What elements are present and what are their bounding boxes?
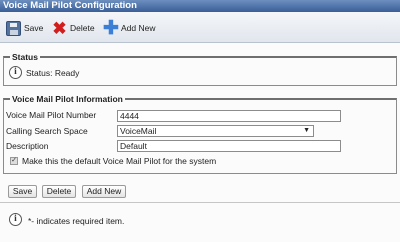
page-title: Voice Mail Pilot Configuration — [0, 0, 400, 12]
info-icon: i — [9, 213, 22, 226]
status-legend: Status — [10, 51, 40, 63]
divider — [0, 202, 400, 203]
bottom-delete-button[interactable]: Delete — [42, 185, 76, 198]
add-new-button-label: Add New — [121, 23, 156, 33]
delete-button-label: Delete — [70, 23, 95, 33]
toolbar: Save ✖ Delete ✚ Add New — [0, 12, 400, 43]
bottom-save-button[interactable]: Save — [8, 185, 37, 198]
calling-search-space-label: Calling Search Space — [6, 126, 88, 136]
default-pilot-checkbox[interactable]: ✓ — [10, 157, 18, 165]
pilot-information-legend: Voice Mail Pilot Information — [10, 93, 125, 105]
bottom-add-new-button[interactable]: Add New — [82, 185, 126, 198]
status-section: Status i Status: Ready — [3, 51, 397, 86]
save-button[interactable]: Save — [6, 19, 43, 37]
description-field[interactable]: Default — [117, 140, 341, 152]
delete-x-icon: ✖ — [52, 18, 67, 38]
info-icon: i — [9, 66, 22, 79]
add-new-button[interactable]: ✚ Add New — [103, 17, 156, 39]
save-disk-icon — [6, 20, 21, 36]
pilot-number-label: Voice Mail Pilot Number — [6, 110, 97, 120]
chevron-down-icon: ▼ — [303, 127, 310, 134]
calling-search-space-select[interactable]: VoiceMail ▼ — [117, 125, 314, 137]
add-plus-icon: ✚ — [103, 17, 119, 39]
delete-button[interactable]: ✖ Delete — [52, 18, 95, 38]
description-label: Description — [6, 141, 49, 151]
save-button-label: Save — [24, 23, 44, 33]
default-pilot-checkbox-label: Make this the default Voice Mail Pilot f… — [22, 156, 217, 166]
pilot-number-field[interactable]: 4444 — [117, 110, 341, 122]
calling-search-space-value: VoiceMail — [120, 126, 157, 136]
status-text: Status: Ready — [26, 68, 80, 78]
required-note: *- indicates required item. — [28, 216, 125, 226]
